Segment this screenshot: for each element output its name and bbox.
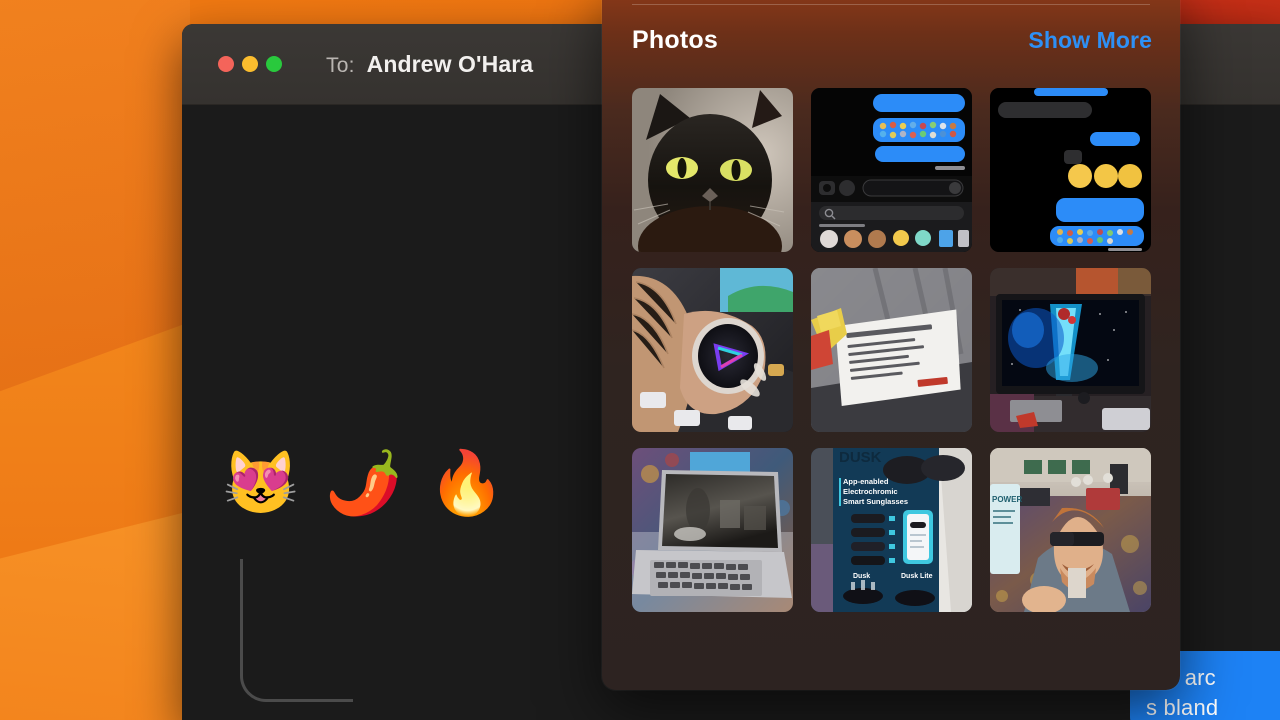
photo-laptop (632, 448, 793, 612)
svg-text:Dusk: Dusk (853, 573, 870, 580)
message-input-outline[interactable] (240, 559, 353, 702)
photo-thumbnail[interactable] (632, 268, 793, 432)
photo-thumbnail[interactable] (990, 268, 1151, 432)
photo-imessage-emoji-keyboard (811, 88, 972, 252)
svg-text:Electrochromic: Electrochromic (843, 487, 898, 496)
photo-thumbnail[interactable] (990, 88, 1151, 252)
photo-dusk-poster: DUSK App-enabled Electrochromic Smart Su… (811, 448, 972, 612)
photo-thumbnail[interactable]: POWER (990, 448, 1151, 612)
photo-imessage-conversation (990, 88, 1151, 252)
photo-monitor (990, 268, 1151, 432)
bubble-line-2: s bland (1146, 695, 1219, 720)
photos-popover: Photos Show More DUSK App-enabled Electr… (602, 0, 1180, 690)
photo-thumbnail[interactable]: DUSK App-enabled Electrochromic Smart Su… (811, 448, 972, 612)
photos-panel-header: Photos Show More (632, 26, 1152, 55)
photos-panel-title: Photos (632, 26, 718, 54)
screen: To: Andrew O'Hara 😻 🌶️ 🔥 are arc s bland… (0, 0, 1280, 720)
svg-text:POWER: POWER (992, 495, 1022, 504)
photo-selfie: POWER (990, 448, 1151, 612)
minimize-button[interactable] (242, 56, 258, 72)
photo-thumbnail[interactable] (632, 88, 793, 252)
recipient-row[interactable]: To: Andrew O'Hara (326, 51, 533, 78)
svg-text:App-enabled: App-enabled (843, 477, 889, 486)
emoji-message: 😻 🌶️ 🔥 (222, 453, 506, 515)
recipient-name[interactable]: Andrew O'Hara (367, 51, 534, 78)
photo-spec-card (811, 268, 972, 432)
show-more-link[interactable]: Show More (1028, 27, 1152, 54)
svg-text:DUSK: DUSK (839, 449, 882, 466)
maximize-button[interactable] (266, 56, 282, 72)
svg-text:Smart Sunglasses: Smart Sunglasses (843, 497, 908, 506)
smiling-cat-with-heart-eyes-icon: 😻 (222, 449, 300, 518)
traffic-lights (218, 56, 282, 72)
photo-grid: DUSK App-enabled Electrochromic Smart Su… (632, 88, 1151, 612)
photo-cat-image (632, 88, 793, 252)
fire-icon: 🔥 (428, 449, 506, 518)
close-button[interactable] (218, 56, 234, 72)
photo-thumbnail[interactable] (811, 268, 972, 432)
photo-thumbnail[interactable] (632, 448, 793, 612)
photo-smartwatch (632, 268, 793, 432)
hot-pepper-icon: 🌶️ (325, 449, 403, 518)
photo-thumbnail[interactable] (811, 88, 972, 252)
panel-divider (632, 4, 1150, 5)
to-label: To: (326, 53, 355, 77)
svg-text:Dusk Lite: Dusk Lite (901, 573, 933, 580)
